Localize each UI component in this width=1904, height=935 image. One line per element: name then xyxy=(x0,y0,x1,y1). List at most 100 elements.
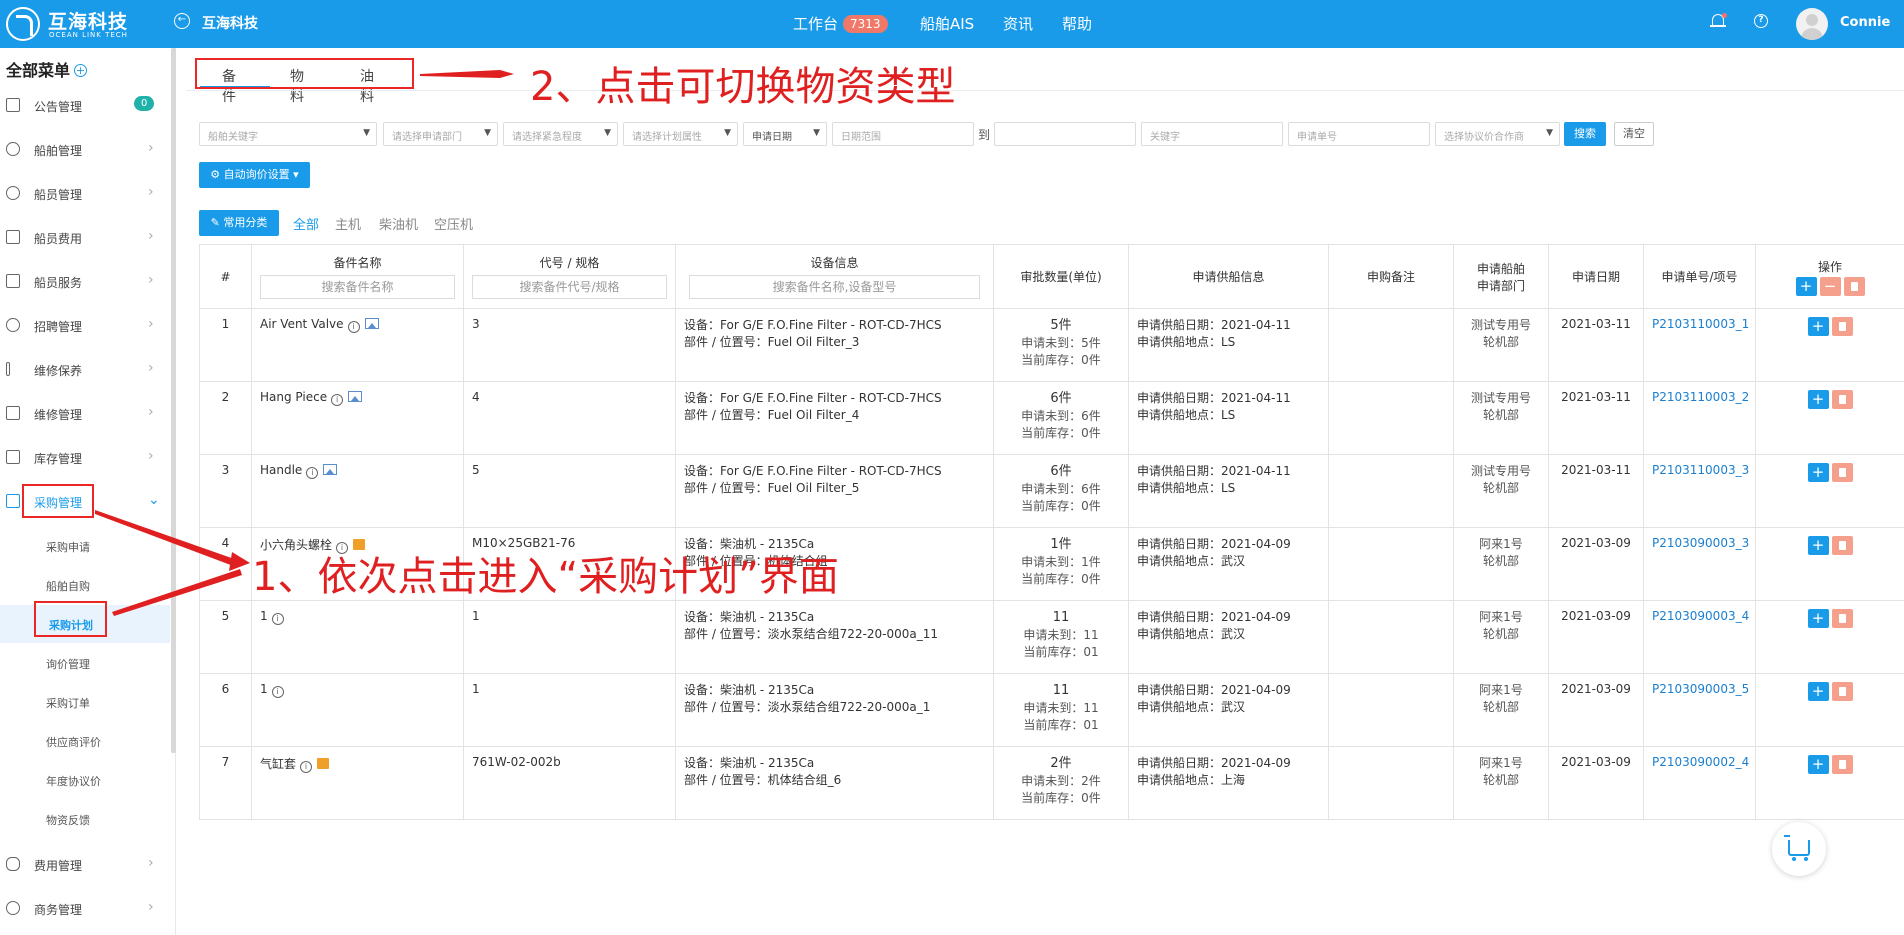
delete-icon[interactable] xyxy=(1831,390,1853,409)
nav-help[interactable]: 帮助 xyxy=(1062,13,1092,34)
category-diesel-engine[interactable]: 柴油机 xyxy=(379,214,418,233)
add-button[interactable]: + xyxy=(1807,390,1829,409)
user-name[interactable]: Connie xyxy=(1840,15,1890,30)
sidebar-item-ship[interactable]: 船舶管理 › xyxy=(0,132,170,166)
sidebar-item-crew-cost[interactable]: 船员费用 › xyxy=(0,220,170,254)
ship-keyword-select[interactable]: 船舶关键字 ▼ xyxy=(199,122,377,146)
logo[interactable]: 互海科技 OCEAN LINK TECH xyxy=(6,5,128,43)
delete-icon[interactable] xyxy=(1831,536,1853,555)
delete-all-icon[interactable] xyxy=(1843,276,1865,296)
equipment-cell: 设备：For G/E F.O.Fine Filter - ROT-CD-7HCS… xyxy=(675,454,994,528)
order-link[interactable]: P2103090003_5 xyxy=(1652,682,1749,696)
sidebar-sub-purchase-request[interactable]: 采购申请 xyxy=(46,539,90,555)
info-icon[interactable]: i xyxy=(271,686,284,698)
part-name-search-input[interactable]: 搜索备件名称 xyxy=(260,275,455,299)
sidebar-sub-inquiry[interactable]: 询价管理 xyxy=(46,656,90,672)
add-button[interactable]: + xyxy=(1807,609,1829,628)
add-button[interactable]: + xyxy=(1807,755,1829,774)
sidebar-item-announcement[interactable]: 公告管理 0 xyxy=(0,88,170,122)
gear-icon: ⚙ xyxy=(210,168,224,181)
category-main-engine[interactable]: 主机 xyxy=(335,214,361,233)
delete-icon[interactable] xyxy=(1831,609,1853,628)
order-link[interactable]: P2103110003_1 xyxy=(1652,317,1749,331)
plus-icon[interactable]: + xyxy=(74,64,88,77)
common-category-button[interactable]: ✎ 常用分类 xyxy=(199,210,279,236)
nav-workbench[interactable]: 工作台 7313 xyxy=(793,13,888,34)
image-icon[interactable] xyxy=(348,391,363,402)
header-equipment: 设备信息 搜索备件名称,设备型号 xyxy=(675,244,994,309)
avatar[interactable] xyxy=(1796,8,1828,40)
code-cell: 4 xyxy=(463,381,676,455)
auto-inquiry-button[interactable]: ⚙ 自动询价设置 ▾ xyxy=(199,162,310,188)
info-icon[interactable]: i xyxy=(306,467,319,479)
add-button[interactable]: + xyxy=(1807,682,1829,701)
date-type-select[interactable]: 申请日期 ▼ xyxy=(743,122,827,146)
table-row: 3 Handle i 5 设备：For G/E F.O.Fine Filter - RO… xyxy=(199,454,1904,528)
nav-ship-ais[interactable]: 船舶AIS xyxy=(920,13,974,34)
sidebar-item-inventory[interactable]: 库存管理 › xyxy=(0,440,170,474)
equipment-text: 设备：柴油机 - 2135Ca xyxy=(684,610,815,624)
back-label[interactable]: 互海科技 xyxy=(202,13,258,33)
floating-cart-button[interactable] xyxy=(1772,822,1826,876)
urgency-select[interactable]: 请选择紧急程度 ▼ xyxy=(503,122,618,146)
back-icon[interactable]: ← xyxy=(174,13,190,29)
home-icon xyxy=(6,450,20,464)
info-icon[interactable]: i xyxy=(300,761,313,773)
order-link[interactable]: P2103110003_2 xyxy=(1652,390,1749,404)
remove-all-button[interactable]: − xyxy=(1819,276,1841,296)
add-button[interactable]: + xyxy=(1807,317,1829,336)
delete-icon[interactable] xyxy=(1831,682,1853,701)
ship-dept-cell: 阿来1号 轮机部 xyxy=(1453,527,1549,601)
dept-select[interactable]: 请选择申请部门 ▼ xyxy=(383,122,498,146)
date-start-input[interactable]: 日期范围 xyxy=(832,122,974,146)
order-no-input[interactable]: 申请单号 xyxy=(1288,122,1430,146)
keyword-input[interactable]: 关键字 xyxy=(1141,122,1283,146)
sidebar-item-crew-service[interactable]: 船员服务 › xyxy=(0,264,170,298)
header-ops: 操作 + − xyxy=(1755,244,1904,309)
sidebar-item-expense[interactable]: 费用管理 › xyxy=(0,847,170,881)
equipment-cell: 设备：For G/E F.O.Fine Filter - ROT-CD-7HCS… xyxy=(675,381,994,455)
sidebar-item-crew[interactable]: 船员管理 › xyxy=(0,176,170,210)
sidebar-sub-self-purchase[interactable]: 船舶自购 xyxy=(46,578,90,594)
delete-icon[interactable] xyxy=(1831,755,1853,774)
category-all[interactable]: 全部 xyxy=(293,214,319,233)
order-cell: P2103110003_3 xyxy=(1643,454,1756,528)
delete-icon[interactable] xyxy=(1831,317,1853,336)
add-button[interactable]: + xyxy=(1807,536,1829,555)
order-link[interactable]: P2103110003_3 xyxy=(1652,463,1749,477)
table-header-row: # 备件名称 搜索备件名称 代号 / 规格 搜索备件代号/规格 设备信息 搜索备件名称… xyxy=(199,244,1904,309)
clear-button[interactable]: 清空 xyxy=(1614,122,1654,146)
plan-attr-select[interactable]: 请选择计划属性 ▼ xyxy=(623,122,738,146)
code-search-input[interactable]: 搜索备件代号/规格 xyxy=(472,275,667,299)
sidebar-sub-supplier-rating[interactable]: 供应商评价 xyxy=(46,734,101,750)
image-icon[interactable] xyxy=(364,318,379,329)
caret-down-icon: ▼ xyxy=(724,128,731,138)
order-link[interactable]: P2103090002_4 xyxy=(1652,755,1749,769)
date-end-input[interactable] xyxy=(994,122,1136,146)
info-icon[interactable]: i xyxy=(347,321,360,333)
sidebar-item-recruit[interactable]: 招聘管理 › xyxy=(0,308,170,342)
nav-news[interactable]: 资讯 xyxy=(1003,13,1033,34)
sidebar-item-maintenance[interactable]: 维修保养 › xyxy=(0,352,170,386)
order-link[interactable]: P2103090003_4 xyxy=(1652,609,1749,623)
sidebar-item-repair[interactable]: 维修管理 › xyxy=(0,396,170,430)
info-icon[interactable]: i xyxy=(331,394,344,406)
common-category-label: 常用分类 xyxy=(223,216,268,229)
equipment-search-input[interactable]: 搜索备件名称,设备型号 xyxy=(688,275,981,299)
sidebar-item-business[interactable]: 商务管理 › xyxy=(0,891,170,925)
sidebar-sub-purchase-order[interactable]: 采购订单 xyxy=(46,695,90,711)
order-link[interactable]: P2103090003_3 xyxy=(1652,536,1749,550)
info-icon[interactable]: i xyxy=(271,613,284,625)
search-button[interactable]: 搜索 xyxy=(1564,122,1606,146)
add-all-button[interactable]: + xyxy=(1795,276,1817,296)
category-air-compressor[interactable]: 空压机 xyxy=(434,214,473,233)
sidebar-scrollbar[interactable] xyxy=(171,48,176,753)
sidebar-sub-annual-price[interactable]: 年度协议价 xyxy=(46,773,101,789)
bell-icon[interactable] xyxy=(1710,13,1727,31)
delete-icon[interactable] xyxy=(1831,463,1853,482)
add-button[interactable]: + xyxy=(1807,463,1829,482)
sidebar-sub-feedback[interactable]: 物资反馈 xyxy=(46,812,90,828)
image-icon[interactable] xyxy=(323,464,338,475)
agreement-partner-select[interactable]: 选择协议价合作商 ▼ xyxy=(1435,122,1560,146)
help-icon[interactable]: ? xyxy=(1754,14,1768,28)
